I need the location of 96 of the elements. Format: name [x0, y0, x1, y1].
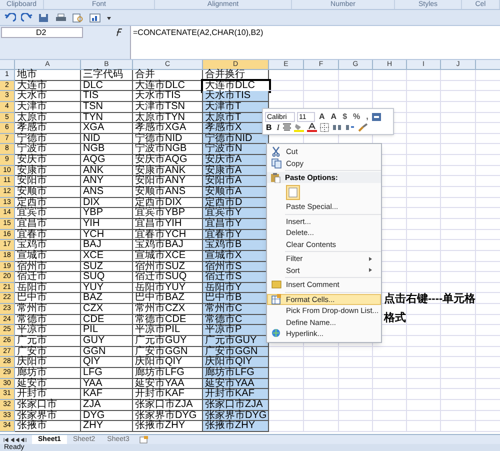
table-cell: DLC [81, 80, 133, 92]
printer-icon[interactable] [55, 12, 67, 22]
table-cell: 宜宾市Y [203, 208, 269, 219]
table-cell: 宜昌市 [15, 218, 81, 230]
redo-icon[interactable] [21, 12, 33, 22]
toolbar-button[interactable]: A [328, 112, 339, 121]
table-cell: 安顺市A [203, 187, 269, 198]
table-cell: KAF [81, 389, 133, 400]
toolbar-button[interactable]: $ [340, 112, 350, 121]
table-cell: 开封市KAF [203, 389, 269, 400]
align-center-icon[interactable] [283, 123, 292, 131]
save-icon[interactable] [38, 12, 50, 22]
table-cell: 合并 [133, 70, 203, 81]
table-cell: 安顺市 [15, 187, 81, 198]
table-cell: 安庆市A [203, 155, 269, 166]
table-cell: 常州市 [15, 304, 81, 315]
table-cell: DIX [81, 198, 133, 208]
table-cell: SUZ [81, 262, 133, 272]
table-cell: GUY [81, 336, 133, 347]
undo-icon[interactable] [4, 12, 16, 22]
font-color-icon[interactable] [307, 122, 318, 132]
table-cell: 廊坊市 [15, 368, 81, 379]
table-cell: CDE [81, 314, 133, 326]
table-cell: 广元市 [15, 336, 81, 347]
function-icon[interactable] [114, 27, 124, 38]
table-cell: LFG [81, 368, 133, 379]
table-cell: PIL [81, 325, 133, 336]
toolbar-button[interactable]: % [351, 112, 362, 121]
table-cell: 庆阳市 [15, 357, 81, 368]
table-cell: TYN [81, 112, 133, 124]
borders-icon[interactable] [320, 122, 330, 132]
table-cell: NID [81, 134, 133, 144]
table-cell: 廊坊市LFG [203, 368, 269, 379]
chart-icon[interactable] [89, 12, 101, 22]
table-cell: BAZ [81, 293, 133, 304]
table-cell: 张家口市ZJA [203, 400, 269, 410]
table-cell: ZHY [81, 421, 133, 432]
table-cell: XCE [81, 250, 133, 262]
table-cell: 地市 [15, 70, 81, 81]
table-cell: 宝鸡市B [203, 240, 269, 251]
new-sheet-icon[interactable] [139, 436, 150, 444]
table-cell: 开封市 [15, 389, 81, 400]
table-cell: 天津市 [15, 102, 81, 113]
table-cell: ANY [81, 176, 133, 188]
annotation-text: 格式 [384, 311, 406, 325]
table-cell: YAA [81, 378, 133, 390]
table-cell: 宿迁市 [15, 272, 81, 283]
table-cell: YUY [81, 282, 133, 294]
table-cell: 安庆市 [15, 155, 81, 166]
table-cell: SUQ [81, 272, 133, 283]
clipboard-icon [270, 172, 280, 183]
table-cell: 宝鸡市 [15, 240, 81, 251]
annotation-text: 点击右键----单元格 [384, 292, 476, 306]
table-cell: 庆阳市QIY [203, 357, 269, 368]
table-cell: DYG [81, 410, 133, 422]
table-cell: 张掖市ZHY [203, 421, 269, 432]
table-cell: 常州市C [203, 304, 269, 315]
toolbar-button[interactable]: A [317, 112, 327, 121]
preview-icon[interactable] [72, 12, 84, 22]
fill-color-icon[interactable] [294, 122, 304, 132]
table-cell: 天水市 [15, 91, 81, 102]
table-cell: BAJ [81, 240, 133, 251]
table-cell: AQG [81, 155, 133, 166]
table-cell: 三字代码 [81, 70, 133, 81]
table-cell: YCH [81, 230, 133, 240]
table-cell: 张家口市 [15, 400, 81, 410]
toolbar-button[interactable]: B [265, 122, 273, 132]
copy-icon [270, 158, 282, 169]
table-cell: TSN [81, 102, 133, 113]
table-cell: NGB [81, 144, 133, 156]
table-cell: QIY [81, 357, 133, 368]
table-cell: 宣城市 [15, 250, 81, 262]
table-cell: 宜宾市 [15, 208, 81, 219]
table-cell: YBP [81, 208, 133, 219]
table-cell: 宿迁市S [203, 272, 269, 283]
comment-icon [270, 279, 282, 290]
table-cell: 孝感市 [15, 123, 81, 134]
table-cell: CZX [81, 304, 133, 315]
toolbar-button[interactable]: , [364, 112, 370, 121]
table-cell: 张掖市 [15, 421, 81, 432]
formula-field[interactable]: =CONCATENATE(A2,CHAR(10),B2) [130, 26, 500, 59]
table-cell: GGN [81, 346, 133, 358]
table-cell: TIS [81, 91, 133, 102]
globe-icon [270, 328, 282, 340]
name-box[interactable]: D2 [1, 27, 83, 38]
toolbar-button[interactable]: I [276, 122, 280, 132]
scissors-icon [270, 146, 282, 158]
brush-icon[interactable] [358, 122, 368, 132]
table-cell: 广元市GUY [203, 336, 269, 347]
table-cell: YIH [81, 218, 133, 230]
format-cells-icon [270, 294, 282, 305]
table-cell: 天水市TIS [203, 91, 269, 102]
table-cell: XGA [81, 123, 133, 134]
table-cell: ANK [81, 166, 133, 176]
table-cell: ANS [81, 187, 133, 198]
table-cell: ZJA [81, 400, 133, 410]
